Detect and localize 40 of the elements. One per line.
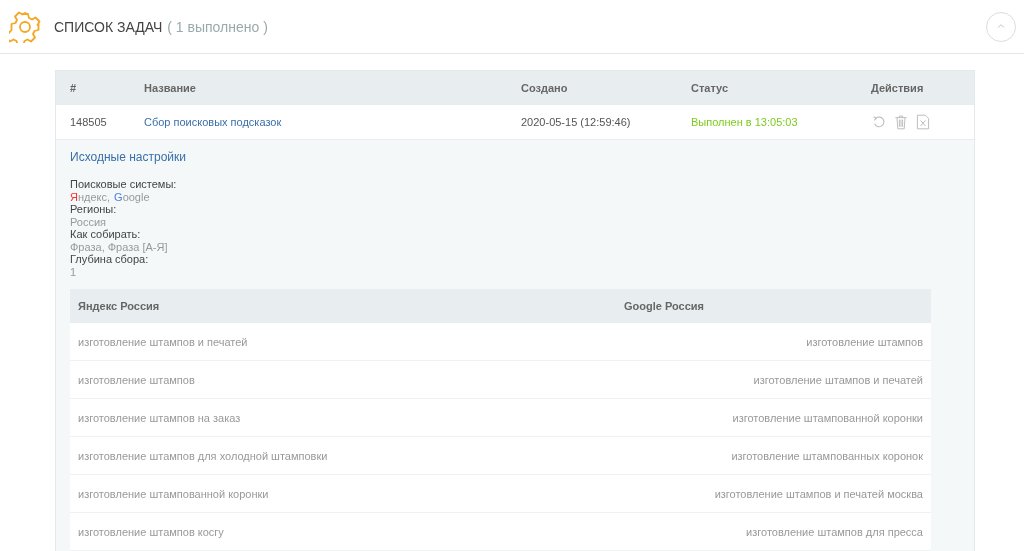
task-id: 148505 [69, 116, 108, 128]
completed-count: ( 1 выполнено ) [167, 18, 268, 35]
created-date: 2020-05-15 (12:59:46) [521, 116, 632, 128]
column-header: Google Россия [623, 300, 705, 312]
setting-value: 1 [70, 265, 78, 278]
page-title: СПИСОК ЗАДАЧ [54, 18, 163, 35]
setting-value: Фраза, Фраза [А-Я] [70, 240, 169, 253]
column-header: Статус [691, 82, 730, 94]
table-cell-text: изготовление штампов на заказ [77, 411, 242, 424]
task-name-link[interactable]: Сбор поисковых подсказок [144, 116, 282, 128]
setting-label: Поисковые системы: [70, 178, 178, 191]
restart-icon[interactable] [871, 114, 887, 130]
engine-name: Google [114, 190, 150, 203]
table-cell-text: изготовление штампованных коронок [730, 449, 924, 462]
table-cell-text: изготовление штампованной коронки [77, 487, 270, 500]
column-header: Яндекс Россия [77, 300, 161, 312]
column-header: Создано [521, 82, 569, 94]
table-cell-text: изготовление штампованной коронки [731, 411, 924, 424]
setting-value: Россия [70, 215, 108, 228]
trash-icon[interactable] [893, 114, 909, 130]
column-header: Действия [870, 82, 925, 94]
table-cell-text: изготовление штампов косгу [77, 525, 225, 538]
table-cell-text: изготовление штампов и печатей москва [713, 487, 924, 500]
gear-icon [9, 10, 41, 43]
engine-name: Яндекс, [70, 190, 111, 203]
table-cell-text: изготовление штампов [77, 373, 196, 386]
task-status: Выполнен в 13:05:03 [691, 116, 799, 128]
excel-file-icon[interactable] [915, 114, 931, 130]
column-header: Название [144, 82, 197, 94]
table-cell-text: изготовление штампов и печатей [77, 335, 249, 348]
details-heading: Исходные настройки [70, 150, 187, 164]
table-cell-text: изготовление штампов и печатей [752, 373, 924, 386]
table-cell-text: изготовление штампов [805, 335, 924, 348]
column-header: # [69, 82, 78, 94]
setting-label: Глубина сбора: [70, 253, 150, 266]
setting-label: Как собирать: [70, 228, 142, 241]
collapse-button[interactable] [986, 11, 1016, 42]
table-cell-text: изготовление штампов для холодной штамповки [77, 449, 329, 462]
setting-label: Регионы: [70, 203, 118, 216]
table-cell-text: изготовление штампов для пресса [745, 525, 924, 538]
